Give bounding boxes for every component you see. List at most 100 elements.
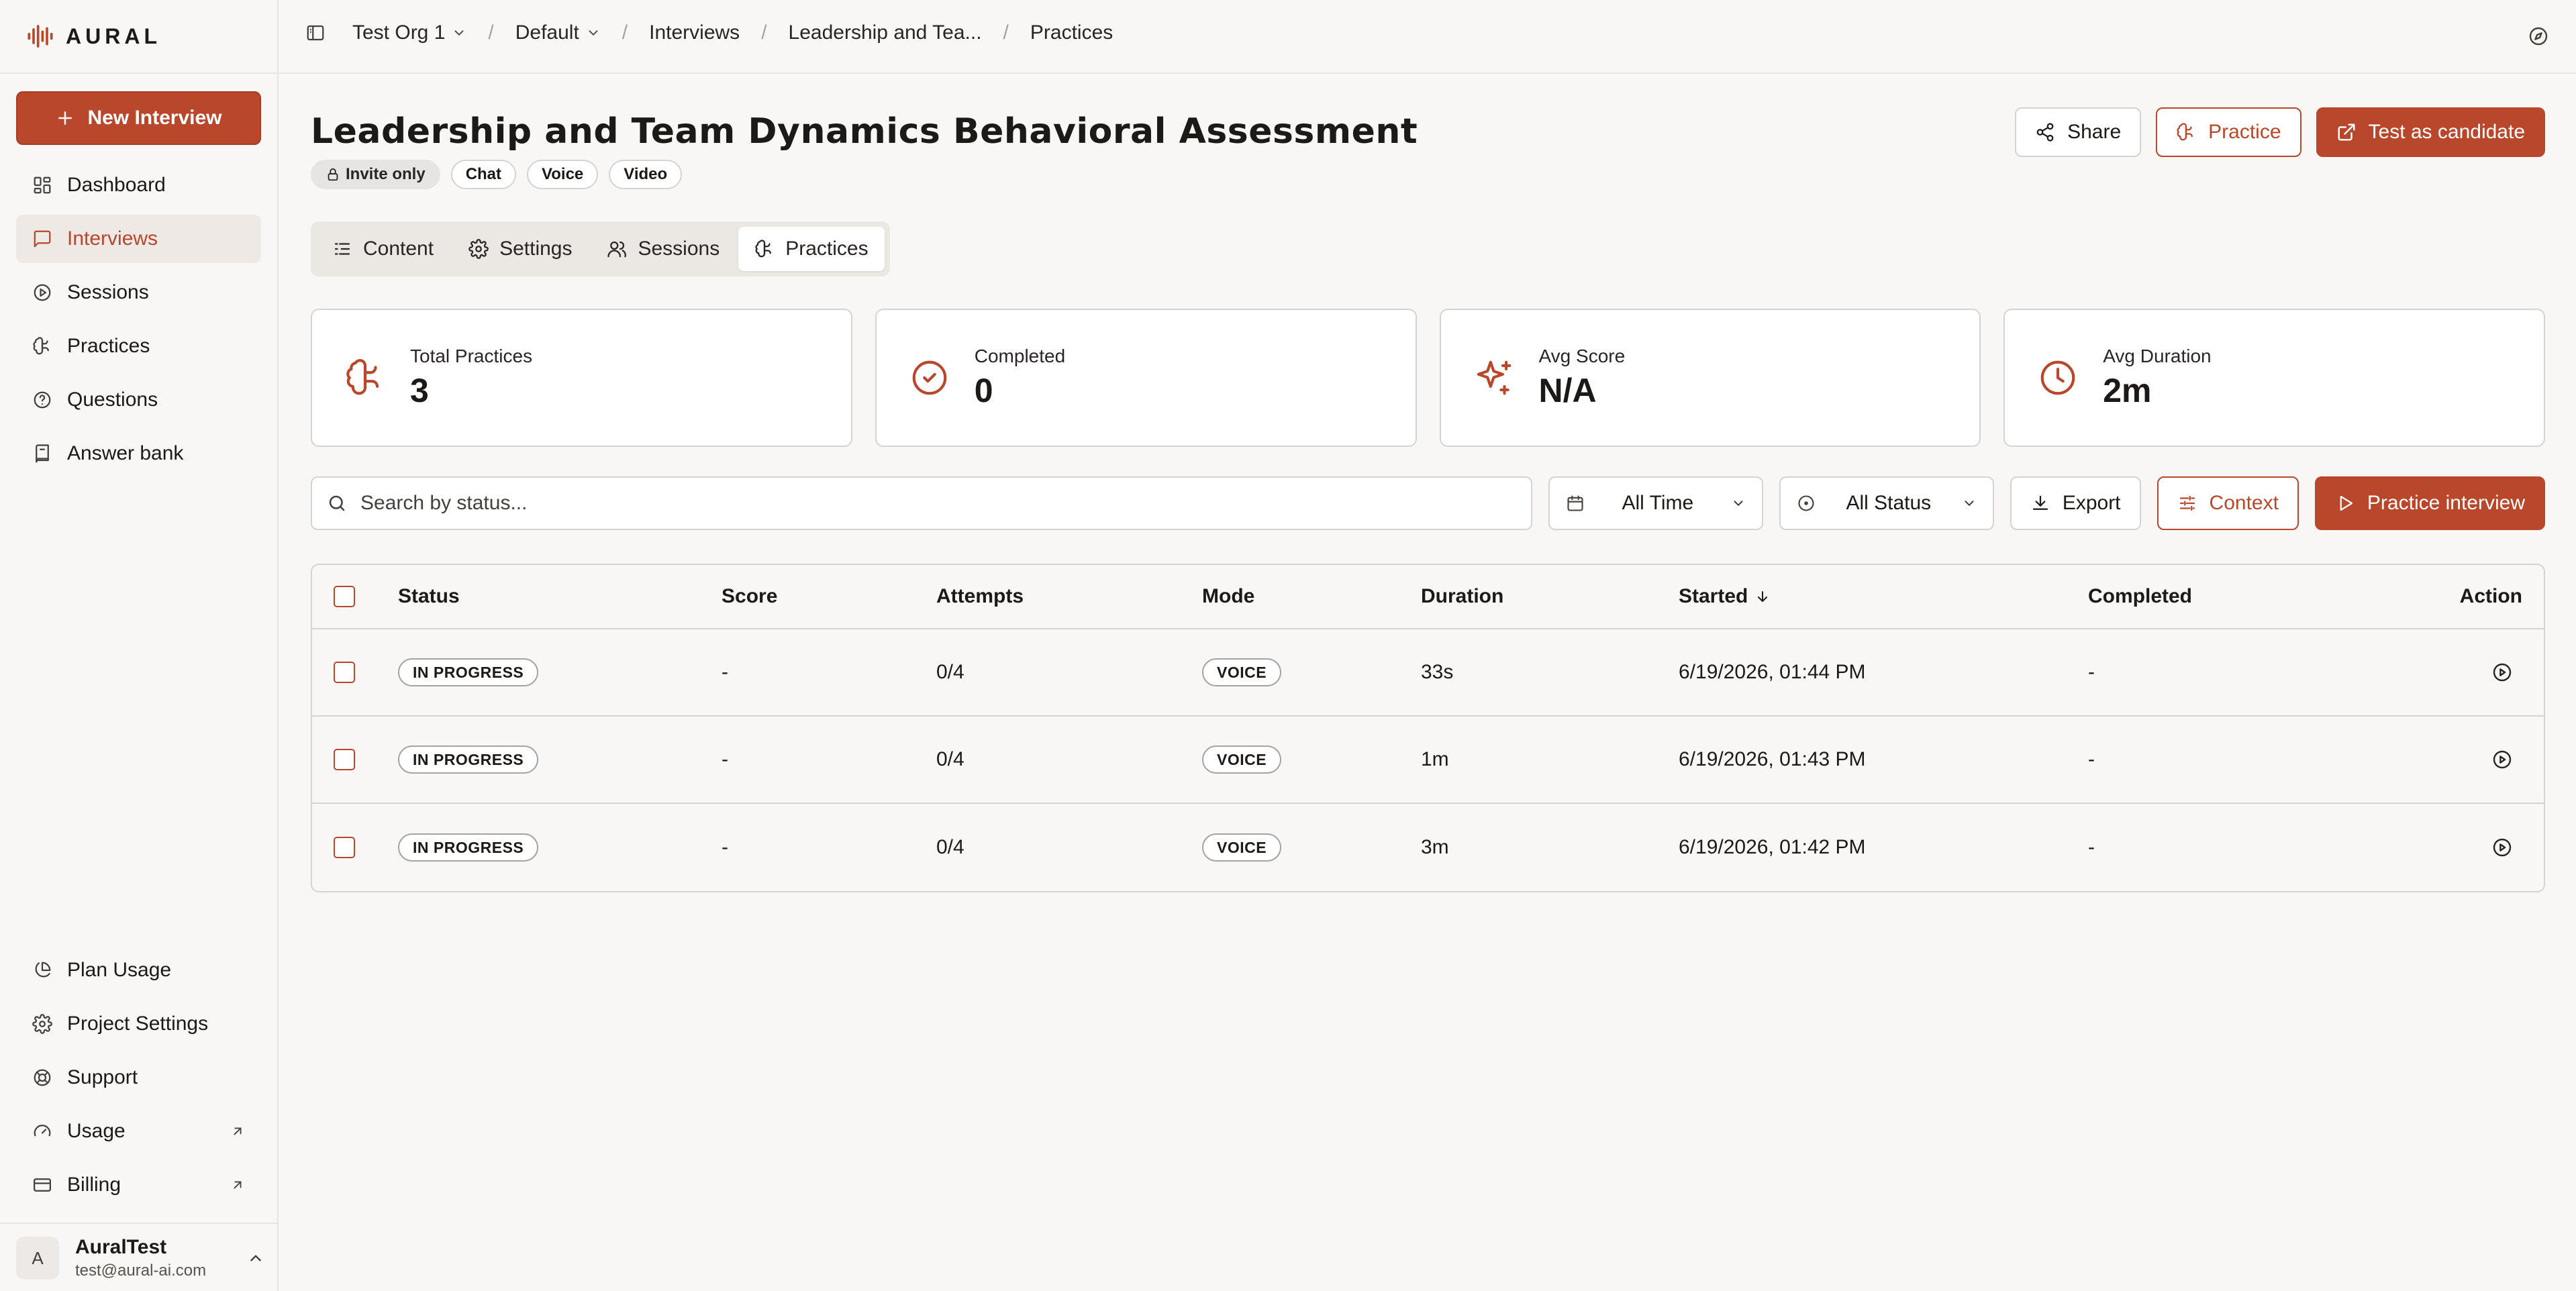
sparkles-icon (1473, 357, 1515, 399)
practice-button[interactable]: Practice (2156, 107, 2301, 157)
tab-sessions[interactable]: Sessions (591, 227, 736, 271)
brain-icon (344, 357, 386, 399)
column-header-started-label: Started (1679, 585, 1748, 607)
chevron-down-icon (452, 25, 466, 40)
row-checkbox[interactable] (334, 749, 355, 770)
table-row[interactable]: IN PROGRESS - 0/4 VOICE 1m 6/19/2026, 01… (312, 717, 2544, 804)
sidebar-item-questions[interactable]: Questions (16, 376, 261, 424)
column-header-completed[interactable]: Completed (2088, 565, 2192, 628)
row-select-cell (334, 629, 355, 715)
completed-cell: - (2088, 748, 2095, 770)
arrow-down-icon (1754, 588, 1771, 605)
sidebar-item-billing[interactable]: Billing (16, 1161, 261, 1209)
stat-card-total-practices: Total Practices 3 (311, 309, 852, 447)
stat-label: Total Practices (410, 346, 533, 366)
play-icon (2335, 493, 2355, 513)
sidebar-item-dashboard[interactable]: Dashboard (16, 161, 261, 209)
practice-interview-label: Practice interview (2367, 492, 2525, 514)
breadcrumb-org[interactable]: Test Org 1 (352, 21, 466, 44)
status-filter-select[interactable]: All Status (1779, 476, 1994, 530)
mode-badge: VOICE (1202, 833, 1282, 862)
user-email: test@aural-ai.com (75, 1261, 207, 1280)
breadcrumb-org-label: Test Org 1 (352, 21, 446, 44)
chevron-down-icon (586, 25, 601, 40)
sidebar-item-label: Interviews (67, 227, 158, 250)
sidebar-item-support[interactable]: Support (16, 1053, 261, 1102)
message-square-icon (32, 229, 52, 249)
stat-card-avg-score: Avg Score N/A (1439, 309, 1981, 447)
tab-content[interactable]: Content (316, 227, 450, 271)
column-header-status[interactable]: Status (398, 565, 460, 628)
topbar: Test Org 1 / Default / Interviews / Lead… (279, 0, 2576, 74)
sidebar-item-label: Billing (67, 1174, 121, 1196)
sidebar-item-plan-usage[interactable]: Plan Usage (16, 946, 261, 994)
page-title: Leadership and Team Dynamics Behavioral … (311, 111, 1418, 152)
test-as-candidate-button[interactable]: Test as candidate (2316, 107, 2545, 157)
row-checkbox[interactable] (334, 837, 355, 858)
play-circle-icon[interactable] (2491, 662, 2513, 683)
user-menu[interactable]: A AuralTest test@aural-ai.com (16, 1235, 264, 1282)
mode-cell: VOICE (1202, 717, 1282, 803)
check-circle-icon (909, 357, 950, 399)
score-cell: - (722, 836, 728, 858)
practice-interview-button[interactable]: Practice interview (2314, 476, 2545, 530)
breadcrumb: Test Org 1 / Default / Interviews / Lead… (305, 21, 1113, 44)
select-all-checkbox[interactable] (334, 586, 355, 607)
time-filter-select[interactable]: All Time (1548, 476, 1763, 530)
column-header-started[interactable]: Started (1679, 565, 1771, 628)
duration-cell: 33s (1421, 661, 1454, 683)
header-actions: Share Practice Test as candidate (2015, 107, 2545, 157)
search-input[interactable] (360, 492, 1531, 515)
mode-cell: VOICE (1202, 629, 1282, 715)
chevron-down-icon (1962, 496, 1977, 511)
sidebar-item-label: Usage (67, 1120, 126, 1142)
sidebar-item-label: Questions (67, 389, 158, 411)
table-row[interactable]: IN PROGRESS - 0/4 VOICE 3m 6/19/2026, 01… (312, 804, 2544, 891)
sidebar-item-project-settings[interactable]: Project Settings (16, 1000, 261, 1048)
attempts-cell: 0/4 (936, 836, 964, 858)
attempts-cell: 0/4 (936, 661, 964, 683)
completed-cell: - (2088, 661, 2095, 683)
column-header-attempts[interactable]: Attempts (936, 565, 1024, 628)
stat-label: Avg Duration (2103, 346, 2212, 366)
compass-icon[interactable] (2528, 25, 2549, 47)
play-circle-icon[interactable] (2491, 837, 2513, 858)
column-header-duration[interactable]: Duration (1421, 565, 1503, 628)
gear-icon (468, 239, 489, 259)
breadcrumb-interviews[interactable]: Interviews (649, 21, 740, 44)
chat-badge: Chat (450, 160, 517, 189)
divider (0, 1223, 279, 1224)
sidebar-item-sessions[interactable]: Sessions (16, 268, 261, 317)
external-link-icon (230, 1124, 245, 1139)
column-header-mode[interactable]: Mode (1202, 565, 1254, 628)
external-link-icon (2336, 122, 2357, 142)
tab-settings[interactable]: Settings (452, 227, 588, 271)
pie-chart-icon (32, 960, 52, 980)
tab-practices[interactable]: Practices (738, 227, 885, 271)
sidebar-item-usage[interactable]: Usage (16, 1107, 261, 1155)
sidebar-toggle-icon[interactable] (305, 23, 326, 43)
sidebar-item-answer-bank[interactable]: Answer bank (16, 429, 261, 478)
context-button[interactable]: Context (2157, 476, 2299, 530)
stat-text: Avg Score N/A (1539, 346, 1626, 410)
column-header-score[interactable]: Score (722, 565, 777, 628)
sidebar-item-practices[interactable]: Practices (16, 322, 261, 370)
user-name: AuralTest (75, 1236, 167, 1258)
action-cell (2491, 717, 2513, 803)
share-button[interactable]: Share (2015, 107, 2142, 157)
table-row[interactable]: IN PROGRESS - 0/4 VOICE 33s 6/19/2026, 0… (312, 629, 2544, 717)
action-cell (2491, 629, 2513, 715)
play-circle-icon[interactable] (2491, 749, 2513, 770)
search-icon (327, 493, 347, 513)
sidebar-item-interviews[interactable]: Interviews (16, 215, 261, 263)
breadcrumb-interview[interactable]: Leadership and Tea... (789, 21, 982, 44)
export-button[interactable]: Export (2010, 476, 2141, 530)
breadcrumb-project[interactable]: Default (515, 21, 601, 44)
stat-text: Total Practices 3 (410, 346, 532, 410)
brand[interactable]: AURAL (27, 23, 161, 50)
duration-cell: 3m (1421, 836, 1449, 858)
new-interview-button[interactable]: New Interview (16, 91, 261, 145)
row-checkbox[interactable] (334, 662, 355, 683)
sidebar-item-label: Plan Usage (67, 959, 172, 981)
column-header-action: Action (2459, 585, 2522, 607)
